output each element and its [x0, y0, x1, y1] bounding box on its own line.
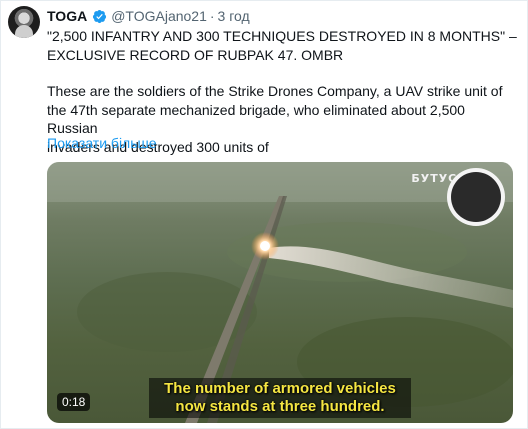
video-subtitle: The number of armored vehicles — [164, 380, 396, 397]
video-subtitle: now stands at three hundred. — [175, 398, 385, 415]
tweet-text-line: "2,500 INFANTRY AND 300 TECHNIQUES DESTR… — [47, 28, 517, 44]
tweet-card[interactable]: TOGA @TOGAjano21 · 3 год "2,500 INFANTRY… — [0, 0, 528, 429]
tweet-timestamp[interactable]: 3 год — [218, 8, 250, 24]
unit-emblem-icon — [447, 168, 505, 226]
verified-badge-icon — [93, 9, 107, 23]
header-separator: · — [209, 8, 215, 24]
show-more-link[interactable]: Показати більше — [47, 135, 157, 151]
tweet-text-line: These are the soldiers of the Strike Dro… — [47, 83, 503, 99]
tweet-text-line: the 47th separate mechanized brigade, wh… — [47, 101, 465, 137]
author-handle[interactable]: @TOGAjano21 — [111, 8, 207, 24]
author-name[interactable]: TOGA — [47, 8, 87, 24]
author-avatar[interactable] — [8, 6, 40, 38]
tweet-text-line: EXCLUSIVE RECORD OF RUBPAK 47. OMBR — [47, 46, 344, 63]
video-duration: 0:18 — [57, 393, 91, 411]
video-player[interactable]: БУТУСОВ The number of armored vehicles n… — [47, 162, 513, 423]
tweet-header: TOGA @TOGAjano21 · 3 год — [47, 7, 250, 25]
